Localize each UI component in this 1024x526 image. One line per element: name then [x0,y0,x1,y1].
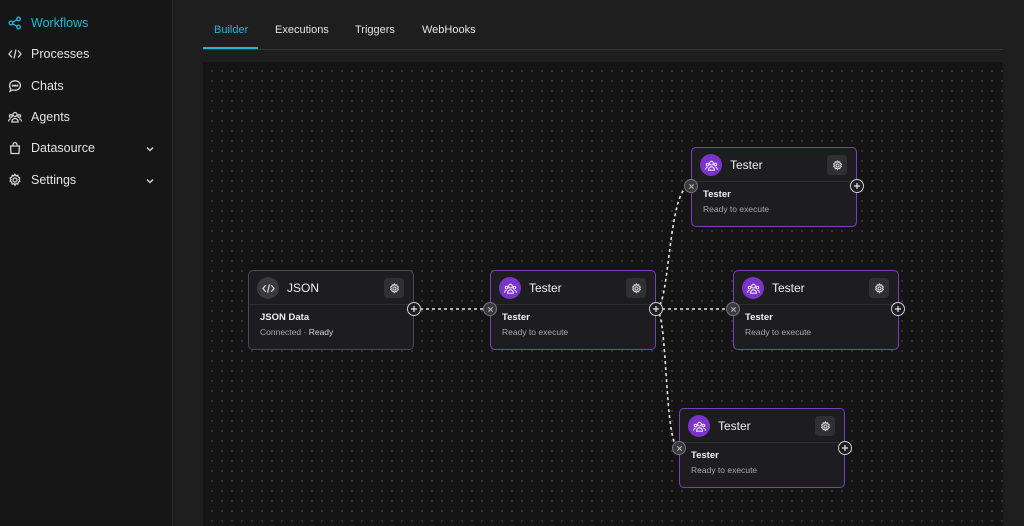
chevron-down-icon[interactable] [144,142,156,154]
node-subtitle: Tester [703,189,731,200]
input-port-tester-1[interactable] [483,302,497,316]
node-title: JSON [287,281,320,295]
tab-builder[interactable]: Builder [214,24,248,36]
sidebar-item-label: Processes [31,47,90,61]
sidebar-item-processes[interactable]: Processes [8,43,158,65]
code-icon [257,277,279,299]
gear-icon[interactable] [815,416,835,436]
sidebar-item-chats[interactable]: Chats [8,75,158,97]
tab-triggers[interactable]: Triggers [355,24,395,36]
node-status: Ready to execute [745,327,812,337]
output-port-json[interactable] [407,302,421,316]
sidebar-item-label: Chats [31,79,64,93]
chat-bubble-icon [8,79,22,93]
share-nodes-icon [8,16,22,30]
tab-executions[interactable]: Executions [275,24,329,36]
users-icon [499,277,521,299]
sidebar-item-settings[interactable]: Settings [8,169,158,191]
users-icon [8,110,22,124]
tab-bar: Builder Executions Triggers WebHooks [203,0,1003,50]
users-icon [700,154,722,176]
input-port-tester-4[interactable] [672,441,686,455]
plus-icon [854,183,860,189]
sidebar-item-agents[interactable]: Agents [8,106,158,128]
node-status: Connected · Ready [260,327,334,337]
plus-icon [411,306,417,312]
close-icon [688,183,694,189]
output-port-tester-1[interactable] [649,302,663,316]
plus-icon [653,306,659,312]
sidebar: Workflows Processes Chats Agents Datasou… [0,0,173,526]
code-icon [8,47,22,61]
node-title: Tester [772,281,805,295]
sidebar-item-label: Settings [31,173,77,187]
close-icon [730,306,736,312]
gear-icon[interactable] [626,278,646,298]
node-subtitle: Tester [745,312,773,323]
output-port-tester-3[interactable] [891,302,905,316]
sidebar-item-label: Datasource [31,141,95,155]
active-tab-indicator [203,47,258,49]
input-port-tester-3[interactable] [726,302,740,316]
gear-icon[interactable] [827,155,847,175]
node-title: Tester [529,281,562,295]
chevron-down-icon[interactable] [144,174,156,186]
gear-icon [8,173,22,187]
sidebar-item-label: Workflows [31,16,89,30]
node-tester-2[interactable]: Tester Tester Ready to execute [691,147,857,227]
node-title: Tester [730,158,763,172]
sidebar-item-label: Agents [31,110,70,124]
node-status: Ready to execute [502,327,569,337]
output-port-tester-4[interactable] [838,441,852,455]
node-tester-4[interactable]: Tester Tester Ready to execute [679,408,845,488]
tab-webhooks[interactable]: WebHooks [422,24,476,36]
node-subtitle: JSON Data [260,312,310,323]
node-subtitle: Tester [691,450,719,461]
node-tester-1[interactable]: Tester Tester Ready to execute [490,270,656,350]
node-status: Ready to execute [691,465,758,475]
gear-icon[interactable] [869,278,889,298]
output-port-tester-2[interactable] [850,179,864,193]
close-icon [676,445,682,451]
node-status: Ready to execute [703,204,770,214]
bag-icon [8,141,22,155]
users-icon [742,277,764,299]
input-port-tester-2[interactable] [684,179,698,193]
plus-icon [895,306,901,312]
gear-icon[interactable] [384,278,404,298]
plus-icon [842,445,848,451]
node-tester-3[interactable]: Tester Tester Ready to execute [733,270,899,350]
sidebar-item-datasource[interactable]: Datasource [8,137,158,159]
node-subtitle: Tester [502,312,530,323]
node-json[interactable]: JSON JSON Data Connected · Ready [248,270,414,350]
users-icon [688,415,710,437]
close-icon [487,306,493,312]
sidebar-item-workflows[interactable]: Workflows [8,12,158,34]
node-title: Tester [718,419,751,433]
